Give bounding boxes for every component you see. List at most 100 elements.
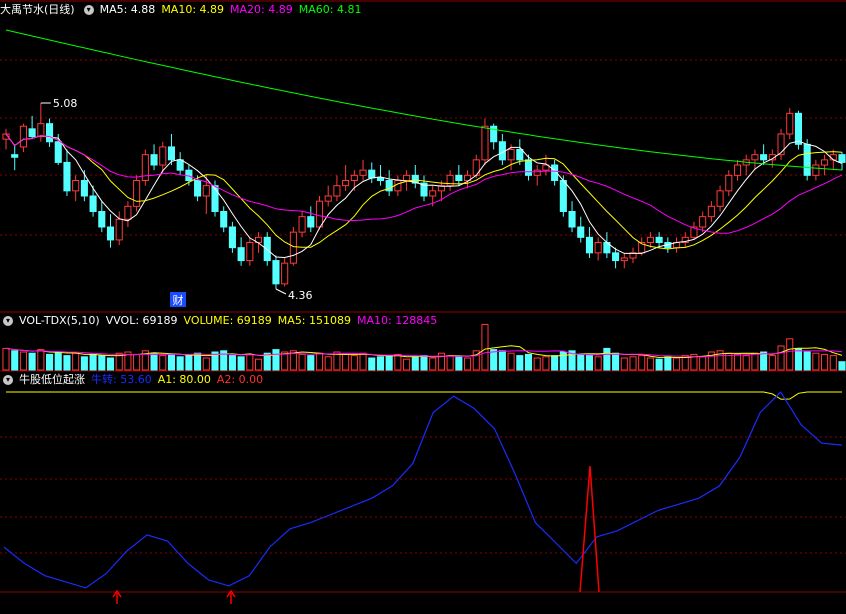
volume-bar	[202, 357, 210, 371]
volume-bar	[272, 349, 280, 371]
candle	[72, 180, 80, 192]
volume-bar	[159, 355, 167, 371]
kline-chart[interactable]: 5.08 4.36 财	[0, 0, 846, 614]
candle	[359, 169, 367, 176]
volume-bar	[672, 357, 681, 371]
volume-bar	[803, 351, 811, 371]
candle	[794, 112, 803, 145]
candle	[106, 226, 115, 241]
candle	[315, 200, 324, 228]
candle	[281, 262, 289, 285]
volume-bar	[585, 355, 594, 371]
candle	[176, 159, 184, 171]
ma60-line	[5, 29, 843, 171]
candle	[289, 231, 297, 264]
volume-bar	[829, 355, 837, 371]
candle	[403, 174, 411, 181]
volume-bar	[315, 352, 324, 371]
volume-bar	[150, 352, 158, 371]
volume-bar	[376, 356, 385, 371]
volume-bar	[638, 355, 646, 371]
volume-bar	[620, 357, 628, 371]
volume-bar	[45, 353, 54, 371]
volume-bar	[751, 352, 759, 371]
volume-bar	[664, 356, 672, 371]
candle	[585, 236, 594, 254]
volume-bar	[699, 356, 707, 371]
volume-bar	[786, 338, 794, 371]
volume-bar	[463, 357, 472, 371]
volume-bar	[2, 347, 10, 371]
candle	[228, 226, 236, 249]
volume-bar	[89, 353, 97, 371]
candle	[263, 236, 271, 262]
candle	[838, 154, 846, 163]
candle	[725, 174, 733, 192]
volume-bar	[237, 356, 245, 371]
candle	[54, 141, 62, 163]
candle	[237, 247, 245, 262]
candle	[707, 205, 715, 218]
candle	[577, 226, 585, 238]
candle	[124, 205, 132, 220]
candle	[324, 195, 332, 202]
candle	[524, 159, 533, 176]
candle	[655, 236, 663, 243]
volume-bar	[228, 355, 236, 371]
candle	[19, 125, 27, 148]
candle	[568, 211, 576, 228]
volume-bar	[167, 353, 176, 371]
candle	[202, 185, 210, 197]
candle	[646, 236, 654, 243]
volume-bar	[368, 357, 376, 371]
candle	[803, 143, 811, 176]
volume-bar	[394, 353, 402, 371]
candle	[716, 190, 724, 207]
volume-bar	[246, 353, 254, 371]
a1-line	[6, 391, 842, 400]
volume-bar	[516, 355, 524, 371]
volume-bar	[106, 357, 115, 371]
volume-bar	[794, 347, 803, 371]
candle	[167, 146, 176, 161]
volume-bar	[603, 347, 611, 371]
candle	[733, 164, 742, 176]
candle	[220, 211, 228, 228]
volume-bar	[490, 349, 498, 371]
candle	[612, 252, 620, 262]
low-label: 4.36	[288, 289, 313, 302]
volume-bar	[28, 352, 36, 371]
candle	[141, 154, 149, 182]
volume-bar	[98, 355, 106, 371]
volume-bar	[254, 358, 263, 371]
high-label: 5.08	[53, 97, 77, 110]
volume-bar	[350, 355, 358, 371]
candle	[298, 216, 306, 233]
volume-bar	[838, 361, 846, 371]
candle	[89, 195, 97, 212]
candle	[11, 154, 19, 158]
volume-bar	[72, 352, 80, 371]
volume-bar	[577, 353, 585, 371]
volume-bar	[37, 349, 45, 371]
volume-bar	[655, 358, 663, 371]
candle	[368, 169, 376, 179]
volume-bar	[629, 356, 637, 371]
volume-bar	[768, 355, 776, 371]
volume-bar	[429, 357, 437, 371]
candle	[507, 149, 515, 161]
volume-bar	[542, 356, 550, 371]
volume-bar	[54, 351, 62, 371]
a2-spike	[579, 465, 600, 593]
volume-bar	[760, 351, 768, 371]
volume-bar	[342, 353, 350, 371]
volume-bar	[455, 356, 463, 371]
candle	[533, 169, 541, 176]
candle	[620, 257, 628, 262]
volume-bar	[324, 356, 332, 371]
candle	[594, 242, 602, 254]
volume-bar	[176, 356, 184, 371]
volume-bar	[411, 356, 419, 371]
candle	[63, 161, 71, 192]
candle	[751, 154, 759, 161]
